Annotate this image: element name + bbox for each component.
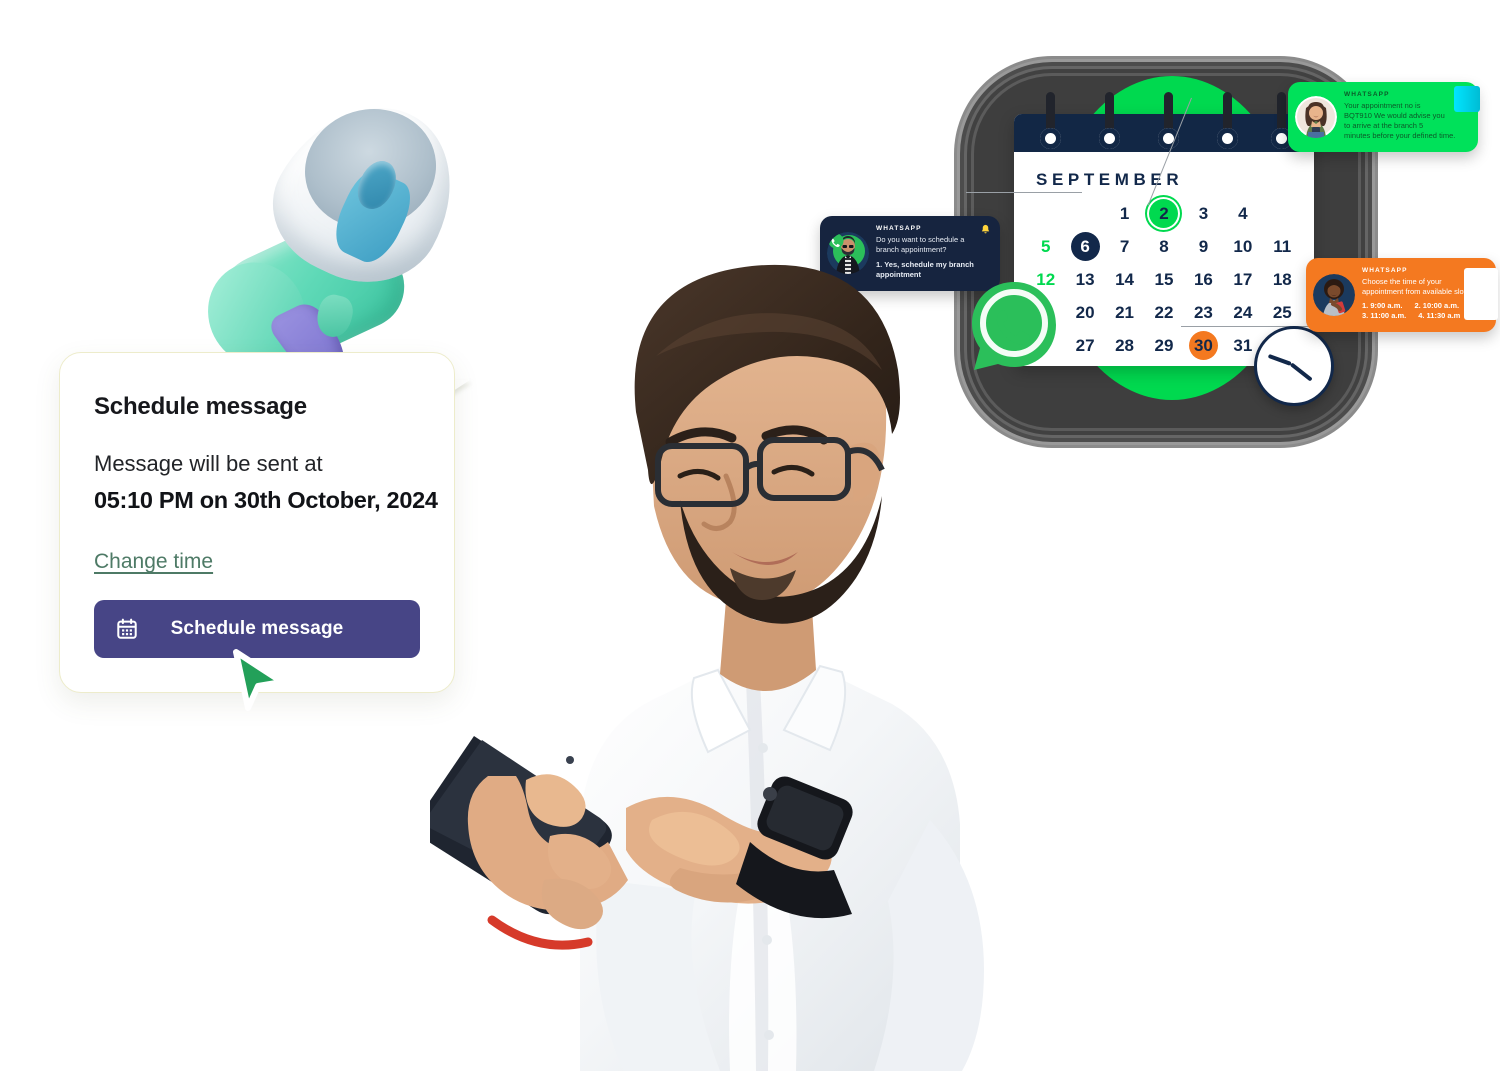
calendar-ring-hole [1099, 128, 1120, 149]
calendar-day[interactable]: 1 [1105, 198, 1144, 229]
appointment-slot[interactable]: 2. 10:00 a.m. [1414, 301, 1459, 311]
calendar-day[interactable]: 17 [1223, 264, 1262, 295]
calendar-day-empty [1263, 198, 1302, 229]
calendar-ring-hole [1040, 128, 1061, 149]
chat-card-tag: WHATSAPP [1344, 91, 1390, 98]
chat-card-teal-sliver [1454, 86, 1480, 112]
change-time-link[interactable]: Change time [94, 550, 213, 574]
calendar-ring-hole [1217, 128, 1238, 149]
schedule-message-card: Schedule message Message will be sent at… [59, 352, 455, 693]
woman-with-phone-avatar [1313, 273, 1355, 316]
appointment-slot[interactable]: 4. 11:30 a.m [1418, 311, 1460, 321]
calendar-day[interactable]: 22 [1144, 297, 1183, 328]
calendar-header-bar [1014, 92, 1314, 152]
calendar-day[interactable]: 3 [1184, 198, 1223, 229]
calendar-day[interactable]: 28 [1105, 330, 1144, 361]
scheduled-datetime-value: 05:10 PM on 30th October, 2024 [94, 487, 438, 513]
clock-icon [1254, 326, 1334, 406]
chat-line-emphasis: minutes before your defined [1344, 131, 1437, 141]
calendar-day[interactable]: 23 [1184, 297, 1223, 328]
cursor-arrow-icon [233, 649, 285, 711]
calendar-day[interactable]: 8 [1144, 231, 1183, 262]
calendar-day-selected-orange[interactable]: 30 [1184, 330, 1223, 361]
calendar-day[interactable]: 9 [1184, 231, 1223, 262]
appointment-slot[interactable]: 1. 9:00 a.m. [1362, 301, 1402, 311]
hero-illustration-stage: Schedule message Message will be sent at… [0, 0, 1500, 1071]
chat-line: to arrive at the branch 5 [1344, 121, 1424, 131]
schedule-subtitle: Message will be sent at [94, 451, 323, 476]
calendar-day[interactable]: 25 [1263, 297, 1302, 328]
calendar-day-selected-green[interactable]: 2 [1144, 198, 1183, 229]
chat-card-white-sliver [1464, 268, 1498, 320]
chat-card-green[interactable]: WHATSAPP Your appointment no is BQT910 W… [1288, 82, 1480, 152]
appointment-slot[interactable]: 3. 11:00 a.m. [1362, 311, 1406, 321]
chat-line: Your appointment no is [1344, 101, 1421, 110]
smiling-woman-avatar [1295, 95, 1337, 138]
chat-line-mixed: minutes before your defined time. [1344, 131, 1466, 141]
appointment-number: BQT910 [1344, 111, 1372, 121]
clock-minute-hand [1289, 362, 1313, 382]
schedule-message-button-label: Schedule message [170, 618, 344, 639]
whatsapp-logo-icon [972, 282, 1056, 370]
chat-line-cont: time. [1439, 131, 1456, 141]
calendar-day[interactable]: 10 [1223, 231, 1262, 262]
calendar-icon [117, 618, 137, 639]
calendar-day[interactable]: 15 [1144, 264, 1183, 295]
calendar-day[interactable]: 7 [1105, 231, 1144, 262]
calendar-day[interactable]: 18 [1263, 264, 1302, 295]
calendar-day[interactable]: 21 [1105, 297, 1144, 328]
page-title: Schedule message [94, 393, 307, 420]
calendar-day[interactable]: 4 [1223, 198, 1262, 229]
calendar-day[interactable]: 14 [1105, 264, 1144, 295]
chat-line-cont: We would advise you [1374, 111, 1445, 121]
calendar-day[interactable]: 29 [1144, 330, 1183, 361]
chat-line-ref: BQT910 We would advise you [1344, 111, 1466, 121]
calendar-day[interactable]: 16 [1184, 264, 1223, 295]
clock-hour-hand [1267, 353, 1292, 366]
chat-card-orange[interactable]: WHATSAPP Choose the time of your appoint… [1306, 258, 1498, 332]
calendar-day[interactable]: 24 [1223, 297, 1262, 328]
calendar-day[interactable]: 11 [1263, 231, 1302, 262]
